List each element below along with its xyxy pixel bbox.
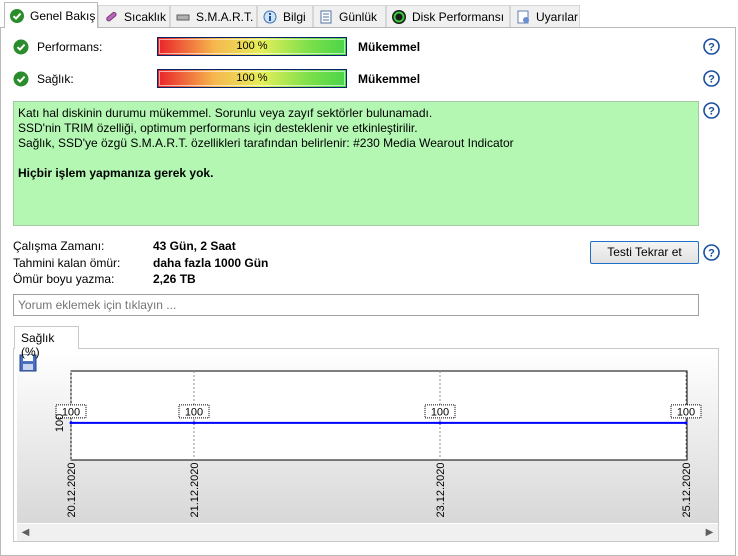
plot-area — [70, 370, 688, 461]
horizontal-scrollbar[interactable]: ◀ ▶ — [17, 524, 718, 541]
tab-genel-bakis[interactable]: Genel Bakış — [4, 2, 98, 28]
data-label: 100 — [185, 406, 203, 418]
tab-label: Genel Bakış — [30, 8, 96, 23]
scroll-left-arrow-icon[interactable]: ◀ — [17, 524, 34, 541]
data-point — [192, 421, 196, 425]
data-label: 100 — [431, 406, 449, 418]
check-circle-icon — [9, 8, 25, 24]
y-tick-label: 100 — [54, 414, 66, 432]
x-tick-label: 25.12.2020 — [681, 462, 693, 517]
x-tick-label: 23.12.2020 — [435, 462, 447, 517]
x-tick-label: 21.12.2020 — [189, 462, 201, 517]
tab-health-chart[interactable]: Sağlık (%) — [14, 326, 79, 359]
data-label: 100 — [677, 406, 695, 418]
scroll-right-arrow-icon[interactable]: ▶ — [701, 524, 718, 541]
data-point — [69, 421, 73, 425]
data-point — [438, 421, 442, 425]
data-point — [684, 421, 688, 425]
health-chart: 100 100 100 10010020.12.2020 21.12.2020 23.12… — [54, 370, 702, 518]
x-tick-label: 20.12.2020 — [66, 462, 78, 517]
